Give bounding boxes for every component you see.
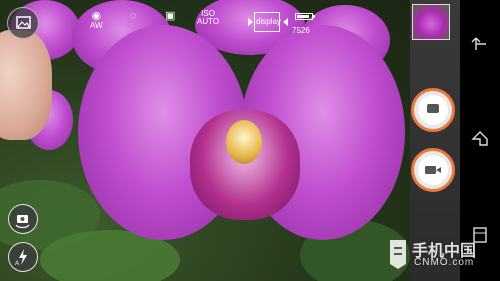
viewfinder[interactable] xyxy=(0,0,410,281)
iso-value: AUTO xyxy=(197,17,220,26)
display-label: display xyxy=(256,17,281,26)
exposure-icon: ◌ xyxy=(130,10,137,22)
gallery-button[interactable] xyxy=(7,7,39,39)
flash-button[interactable]: A xyxy=(8,242,38,272)
previous-arrow-icon xyxy=(248,18,253,26)
photo-shutter-button[interactable] xyxy=(411,88,455,132)
battery-tip xyxy=(313,15,315,18)
home-button[interactable] xyxy=(470,130,490,153)
video-shutter-button[interactable] xyxy=(411,148,455,192)
watermark: 手机中国 CNMO.com xyxy=(386,236,500,276)
home-icon xyxy=(471,131,488,146)
back-icon xyxy=(471,37,486,50)
last-photo-thumbnail[interactable] xyxy=(412,4,450,40)
white-balance-setting[interactable]: ◉ AW xyxy=(90,10,103,30)
iso-setting[interactable]: ISO AUTO xyxy=(197,10,219,26)
camera-settings-bar: ◉ AW ◌ ▣ ISO AUTO display 7526 xyxy=(70,10,330,38)
cnmo-logo-icon xyxy=(390,240,406,269)
shots-remaining: 7526 xyxy=(292,26,310,35)
battery-icon xyxy=(295,13,313,20)
gallery-icon xyxy=(16,16,31,29)
video-camera-icon xyxy=(425,166,441,174)
image-size-setting[interactable]: ▣ xyxy=(165,10,175,22)
flash-auto-icon: A xyxy=(15,249,27,267)
exposure-setting[interactable]: ◌ xyxy=(130,10,137,22)
camera-app-screen: ◉ AW ◌ ▣ ISO AUTO display 7526 A 手机中国 CN… xyxy=(0,0,500,281)
switch-camera-button[interactable] xyxy=(8,204,38,234)
finger xyxy=(0,30,52,140)
watermark-english-text: CNMO.com xyxy=(414,257,475,268)
white-balance-label: AW xyxy=(90,21,103,30)
back-button[interactable] xyxy=(470,36,490,57)
svg-text:A: A xyxy=(15,261,19,267)
next-arrow-icon xyxy=(283,18,288,26)
orchid-column xyxy=(226,120,262,164)
camera-icon xyxy=(427,104,439,113)
image-icon: ▣ xyxy=(165,10,176,22)
switch-camera-icon xyxy=(15,215,30,229)
